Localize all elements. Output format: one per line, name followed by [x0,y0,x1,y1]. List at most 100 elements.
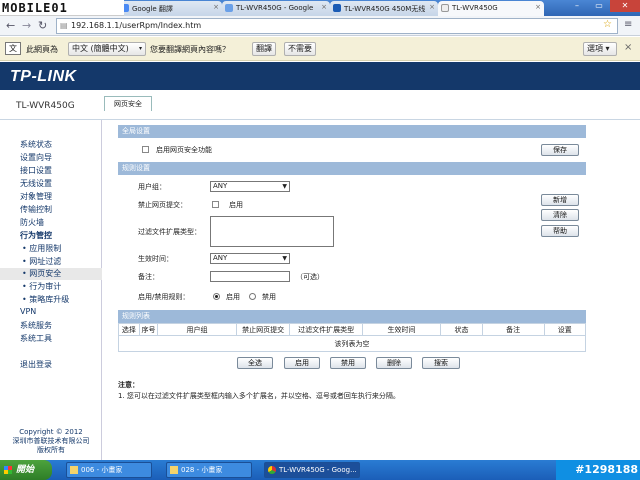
enable-web-security-checkbox[interactable] [142,146,149,153]
paint-icon [170,466,178,474]
sidebar-item-vpn[interactable]: VPN [20,307,36,316]
table-header-row: 选择 序号 用户组 禁止网页提交 过滤文件扩展类型 生效时间 状态 备注 设置 [118,323,587,336]
empty-list-message: 该列表为空 [118,335,586,352]
reload-icon[interactable]: ↻ [38,19,47,32]
system-tray: #1298188 [556,460,640,480]
sidebar-item-interface[interactable]: 接口设置 [20,165,52,176]
block-submit-label: 禁止网页提交： [138,201,187,209]
column-header: 序号 [138,323,159,336]
sidebar-item-audit[interactable]: • 行为审计 [22,281,61,292]
column-header: 用户组 [157,323,237,336]
rule-settings-header: 规则设置 [118,162,586,175]
file-ext-label: 过滤文件扩展类型： [138,228,201,236]
select-all-button[interactable]: 全选 [237,357,273,369]
chrome-icon [268,466,276,474]
translate-icon: 文 [5,42,21,55]
enable-button[interactable]: 启用 [284,357,320,369]
clear-button[interactable]: 清除 [541,209,579,221]
bookmark-star-icon[interactable]: ☆ [603,19,612,30]
column-header: 备注 [481,323,545,336]
taskbar-item-paint-2[interactable]: 028 - 小畫家 [166,462,252,478]
browser-toolbar: ← → ↻ ▤ 192.168.1.1/userRpm/Index.htm ☆ … [0,16,640,36]
optional-hint: （可选） [296,273,324,281]
save-button[interactable]: 保存 [541,144,579,156]
user-group-label: 用户组： [138,183,166,191]
sidebar-item-wireless[interactable]: 无线设置 [20,178,52,189]
language-select[interactable]: 中文 (簡體中文) ▾ [68,42,146,56]
no-thanks-button[interactable]: 不需要 [284,42,316,56]
model-bar [0,90,640,120]
forward-arrow-icon[interactable]: → [22,19,31,32]
taskbar-item-chrome[interactable]: TL-WVR450G - Goog... [264,462,360,478]
file-ext-textarea[interactable] [210,216,334,247]
brand-logo: TP-LINK [10,68,77,85]
wrench-menu-icon[interactable]: ≡ [624,19,632,30]
column-header: 过滤文件扩展类型 [289,323,363,336]
minimize-icon[interactable]: – [566,0,588,12]
paint-icon [70,466,78,474]
options-button[interactable]: 選項 ▾ [583,42,617,56]
user-group-select[interactable]: ANY ▼ [210,181,290,192]
help-button[interactable]: 帮助 [541,225,579,237]
address-bar[interactable]: ▤ 192.168.1.1/userRpm/Index.htm [56,18,618,34]
close-icon[interactable]: × [624,42,632,53]
translate-question: 您要翻譯網頁內容嗎？ [150,45,230,54]
block-submit-checkbox[interactable] [212,201,219,208]
tab-web-security[interactable]: 网页安全 [104,96,152,111]
notes-line: 1. 您可以在过滤文件扩展类型框内输入多个扩展名，并以空格、逗号或者回车执行来分… [118,392,400,400]
chevron-down-icon: ▾ [138,45,142,52]
router-header [0,62,640,90]
google-favicon-icon [225,4,233,12]
tab-google-search[interactable]: TL-WVR450G - Google × [222,1,330,16]
disable-radio-label: 禁用 [262,293,276,301]
enable-web-security-label: 启用网页安全功能 [156,146,212,154]
sidebar-item-behavior-control[interactable]: 行为管控 [20,230,52,241]
sidebar-item-firewall[interactable]: 防火墙 [20,217,44,228]
start-button[interactable]: 開始 [0,460,52,480]
search-button[interactable]: 搜索 [422,357,460,369]
close-tab-icon[interactable]: × [321,3,327,11]
tplink-favicon-icon [333,4,341,12]
note-label: 备注： [138,273,159,281]
translate-button[interactable]: 翻譯 [252,42,276,56]
sidebar-item-setup-wizard[interactable]: 设置向导 [20,152,52,163]
page-icon: ▤ [60,21,68,30]
sidebar-item-app-limit[interactable]: • 应用限制 [22,243,61,254]
delete-button[interactable]: 删除 [376,357,412,369]
column-header: 设置 [543,323,587,336]
column-header: 生效时间 [361,323,442,336]
disable-button[interactable]: 禁用 [330,357,366,369]
chevron-down-icon: ▼ [282,255,287,262]
sidebar-item-policy-upgrade[interactable]: • 策略库升级 [22,294,69,305]
taskbar-item-paint-1[interactable]: 006 - 小畫家 [66,462,152,478]
sidebar-item-system-tools[interactable]: 系统工具 [20,333,52,344]
back-arrow-icon[interactable]: ← [6,19,15,32]
sidebar-item-logout[interactable]: 退出登录 [20,359,52,370]
close-tab-icon[interactable]: × [213,3,219,11]
disable-radio[interactable] [249,293,256,300]
tab-google-translate[interactable]: Google 翻譯 × [118,1,222,16]
watermark-logo: MOBILE01 [0,0,124,16]
add-button[interactable]: 新增 [541,194,579,206]
table-row: 该列表为空 [118,335,586,352]
tab-tplink-product[interactable]: TL-WVR450G 450M无线 × [330,1,438,16]
rule-state-label: 启用/禁用规则： [138,293,190,301]
effective-time-select[interactable]: ANY ▼ [210,253,290,264]
close-window-icon[interactable]: ✕ [610,0,640,12]
close-tab-icon[interactable]: × [535,3,541,11]
column-header: 禁止网页提交 [235,323,291,336]
sidebar-item-url-filter[interactable]: • 网址过滤 [22,256,61,267]
effective-time-label: 生效时间： [138,255,173,263]
sidebar-item-transmission[interactable]: 传输控制 [20,204,52,215]
maximize-icon[interactable]: ▭ [588,0,610,12]
note-input[interactable] [210,271,290,282]
tab-router-admin[interactable]: TL-WVR450G × [438,1,544,16]
sidebar-item-system-status[interactable]: 系统状态 [20,139,52,150]
sidebar-item-system-services[interactable]: 系统服务 [20,320,52,331]
translate-text: 此網頁為 [26,45,58,54]
translate-bar: 文 此網頁為 中文 (簡體中文) ▾ 您要翻譯網頁內容嗎？ 翻譯 不需要 選項 ▾… [0,37,640,61]
sidebar-item-objects[interactable]: 对象管理 [20,191,52,202]
sidebar-item-web-security[interactable]: • 网页安全 [0,268,102,280]
close-tab-icon[interactable]: × [429,3,435,11]
enable-radio[interactable] [213,293,220,300]
